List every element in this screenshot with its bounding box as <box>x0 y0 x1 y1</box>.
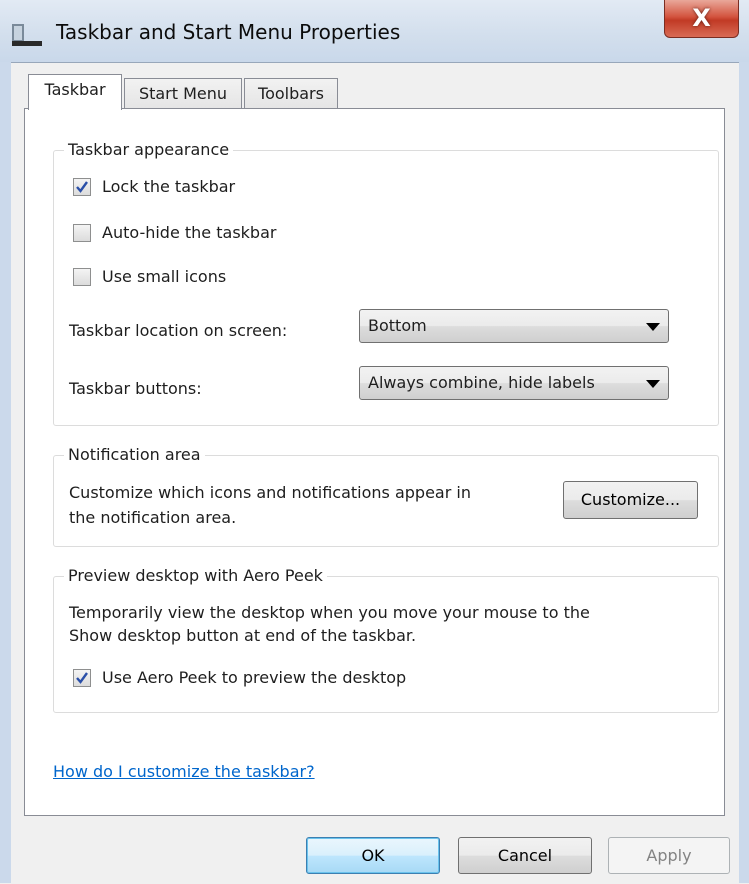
tab-toolbars-label: Toolbars <box>258 84 324 103</box>
close-icon: X <box>692 4 711 32</box>
small-icons-label: Use small icons <box>102 267 227 286</box>
tab-start-menu[interactable]: Start Menu <box>124 78 242 110</box>
aero-peek-description-line1: Temporarily view the desktop when you mo… <box>69 603 590 622</box>
close-button[interactable]: X <box>664 0 739 38</box>
window-frame-right <box>739 62 749 883</box>
taskbar-location-value: Bottom <box>368 316 427 335</box>
aero-peek-checkbox-label: Use Aero Peek to preview the desktop <box>102 668 407 687</box>
small-icons-checkbox[interactable] <box>73 268 91 286</box>
window-title: Taskbar and Start Menu Properties <box>56 20 401 44</box>
dropdown-arrow-icon <box>646 380 660 388</box>
apply-button-label: Apply <box>646 846 692 865</box>
lock-taskbar-label: Lock the taskbar <box>102 177 236 196</box>
aero-peek-legend: Preview desktop with Aero Peek <box>64 565 327 587</box>
taskbar-buttons-label: Taskbar buttons: <box>69 379 202 398</box>
taskbar-app-icon <box>12 24 42 46</box>
lock-taskbar-checkbox[interactable] <box>73 178 91 196</box>
cancel-button[interactable]: Cancel <box>458 837 592 874</box>
notification-description-line1: Customize which icons and notifications … <box>69 483 471 502</box>
ok-button[interactable]: OK <box>306 837 440 874</box>
dropdown-arrow-icon <box>646 323 660 331</box>
cancel-button-label: Cancel <box>497 846 553 865</box>
customize-button[interactable]: Customize... <box>563 481 698 519</box>
tab-taskbar-label: Taskbar <box>44 80 106 99</box>
auto-hide-label: Auto-hide the taskbar <box>102 223 277 242</box>
customize-button-label: Customize... <box>580 490 681 509</box>
auto-hide-checkbox[interactable] <box>73 224 91 242</box>
taskbar-location-label: Taskbar location on screen: <box>69 321 288 340</box>
apply-button[interactable]: Apply <box>608 837 730 874</box>
window-frame-left <box>0 62 11 883</box>
taskbar-buttons-dropdown[interactable]: Always combine, hide labels <box>359 366 669 400</box>
title-bar: Taskbar and Start Menu Properties X <box>0 0 749 62</box>
notification-description-line2: the notification area. <box>69 508 237 527</box>
aero-peek-checkbox[interactable] <box>73 669 91 687</box>
taskbar-appearance-legend: Taskbar appearance <box>64 139 234 161</box>
ok-button-label: OK <box>361 846 385 865</box>
tab-start-menu-label: Start Menu <box>138 84 228 103</box>
help-link[interactable]: How do I customize the taskbar? <box>53 762 315 781</box>
checkmark-icon <box>76 181 88 193</box>
taskbar-buttons-value: Always combine, hide labels <box>368 373 595 392</box>
taskbar-location-dropdown[interactable]: Bottom <box>359 309 669 343</box>
checkmark-icon <box>76 672 88 684</box>
notification-area-legend: Notification area <box>64 444 205 466</box>
tab-taskbar[interactable]: Taskbar <box>28 74 122 110</box>
tab-toolbars[interactable]: Toolbars <box>244 78 338 110</box>
aero-peek-description-line2: Show desktop button at end of the taskba… <box>69 626 417 645</box>
